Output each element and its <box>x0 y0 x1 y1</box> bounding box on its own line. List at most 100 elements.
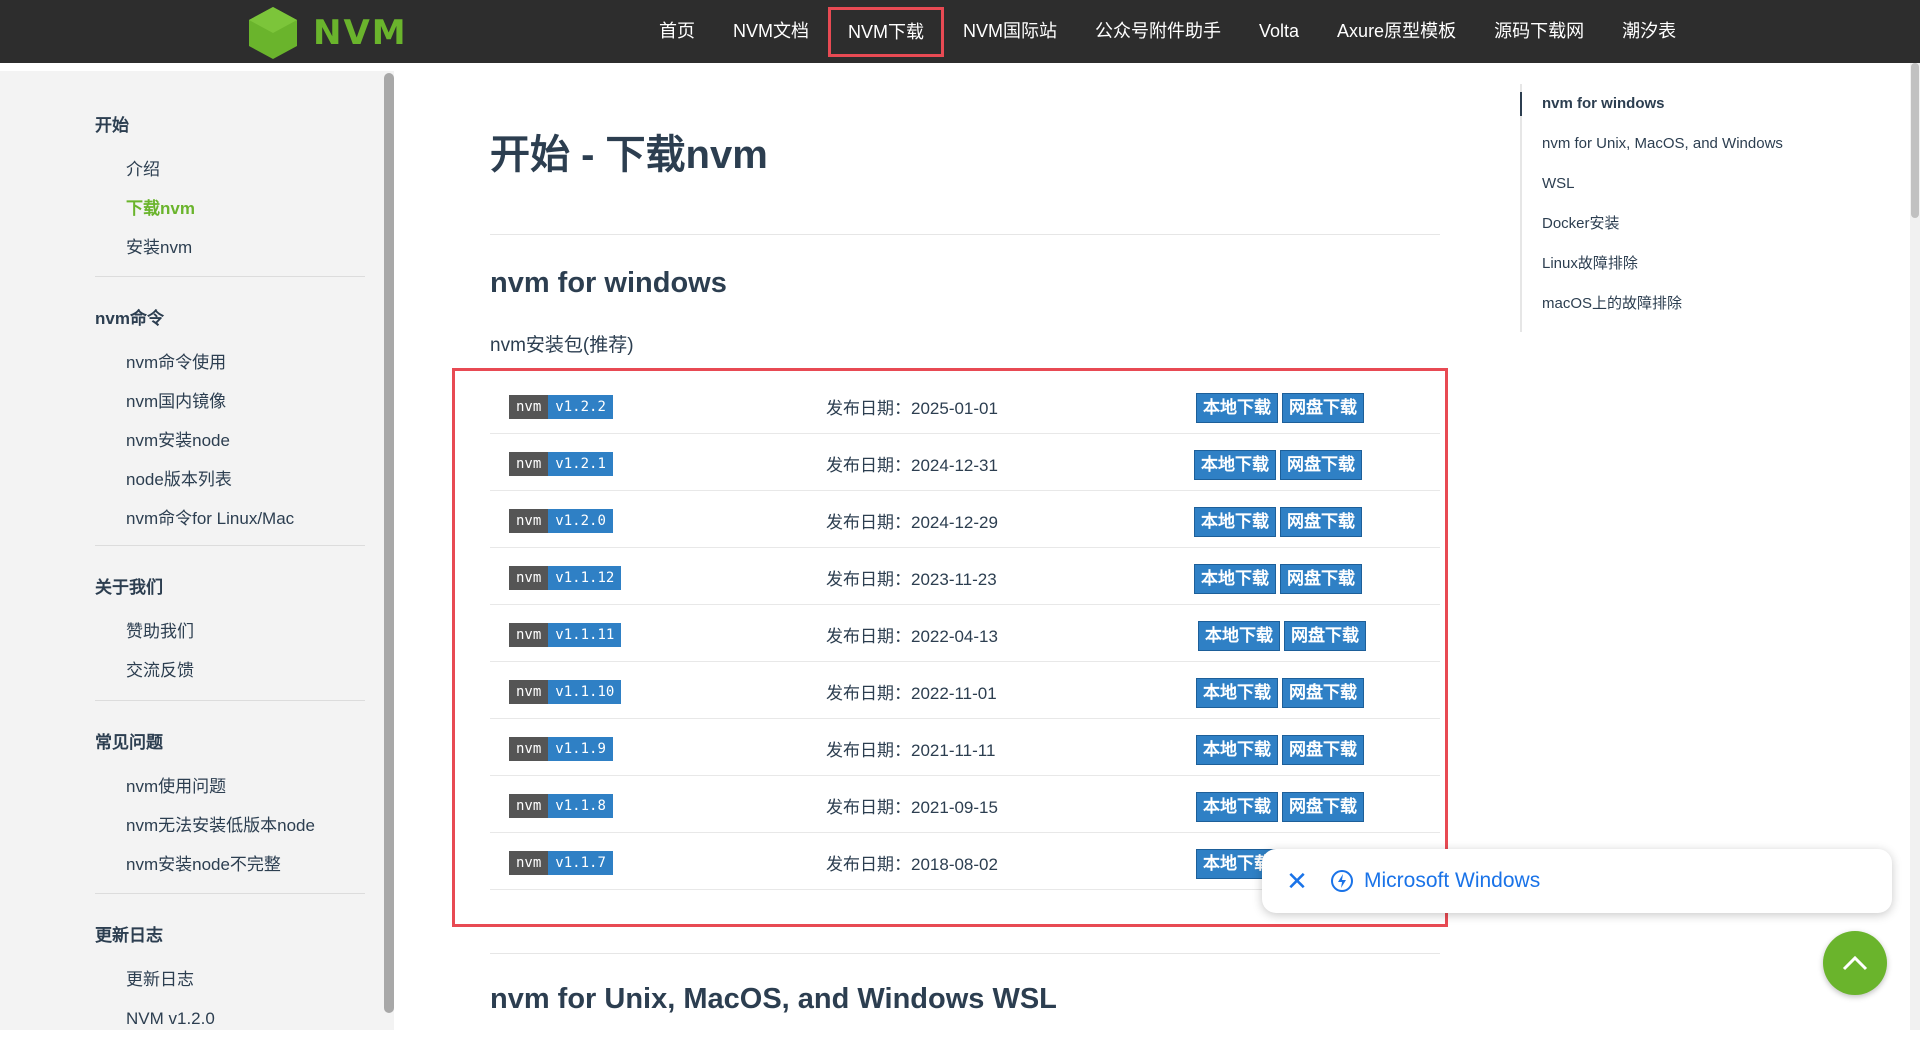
sidebar-item-mirror[interactable]: nvm国内镜像 <box>95 382 365 421</box>
release-row: nvm v1.1.12 发布日期：2023-11-23 本地下载 网盘下载 <box>490 548 1440 605</box>
local-download-button[interactable]: 本地下载 <box>1196 678 1278 708</box>
section-title-unix: nvm for Unix, MacOS, and Windows WSL <box>490 983 1057 1015</box>
toc-item-wsl[interactable]: WSL <box>1522 164 1840 204</box>
sidebar-item-command-usage[interactable]: nvm命令使用 <box>95 343 365 382</box>
sidebar-item-low-version[interactable]: nvm无法安装低版本node <box>95 806 365 845</box>
toc-item-macos-troubleshoot[interactable]: macOS上的故障排除 <box>1522 284 1840 324</box>
logo-text: NVM <box>313 13 408 53</box>
toc-item-docker[interactable]: Docker安装 <box>1522 204 1840 244</box>
release-date-value: 2024-12-31 <box>911 456 998 475</box>
cloud-download-button[interactable]: 网盘下载 <box>1282 678 1364 708</box>
local-download-button[interactable]: 本地下载 <box>1194 450 1276 480</box>
back-to-top-button[interactable] <box>1823 931 1887 995</box>
version-badge: nvm v1.2.0 <box>509 509 613 533</box>
release-date-value: 2024-12-29 <box>911 513 998 532</box>
sidebar-item-changelog[interactable]: 更新日志 <box>95 960 365 999</box>
release-date: 发布日期：2023-11-23 <box>826 565 997 590</box>
sidebar-group-title: 开始 <box>95 116 129 135</box>
version-badge: nvm v1.1.10 <box>509 680 622 704</box>
toc-item-unix[interactable]: nvm for Unix, MacOS, and Windows <box>1522 124 1840 164</box>
badge-label: nvm <box>509 623 549 647</box>
chevron-up-icon <box>1842 955 1868 971</box>
release-date-prefix: 发布日期： <box>826 798 911 817</box>
site-logo[interactable]: NVM <box>247 5 408 61</box>
nav-axure[interactable]: Axure原型模板 <box>1318 0 1475 63</box>
badge-version: v1.1.12 <box>548 566 622 590</box>
local-download-button[interactable]: 本地下载 <box>1196 735 1278 765</box>
cloud-download-button[interactable]: 网盘下载 <box>1282 393 1364 423</box>
release-row: nvm v1.2.1 发布日期：2024-12-31 本地下载 网盘下载 <box>490 434 1440 491</box>
download-buttons: 本地下载网盘下载 <box>1196 678 1364 708</box>
badge-label: nvm <box>509 794 549 818</box>
sidebar-item-incomplete[interactable]: nvm安装node不完整 <box>95 845 365 884</box>
nav-docs[interactable]: NVM文档 <box>714 0 828 63</box>
sidebar-item-feedback[interactable]: 交流反馈 <box>95 651 365 690</box>
sidebar-item-usage-issues[interactable]: nvm使用问题 <box>95 767 365 806</box>
sidebar-item-install[interactable]: 安装nvm <box>95 228 365 267</box>
page-scrollbar-thumb[interactable] <box>1911 63 1919 218</box>
badge-version: v1.1.8 <box>548 794 613 818</box>
page-scrollbar[interactable] <box>1910 63 1920 1030</box>
cloud-download-button[interactable]: 网盘下载 <box>1282 735 1364 765</box>
popup-text[interactable]: Microsoft Windows <box>1364 869 1540 893</box>
badge-label: nvm <box>509 395 549 419</box>
sidebar-divider <box>95 276 365 277</box>
release-date-value: 2018-08-02 <box>911 855 998 874</box>
release-date: 发布日期：2022-04-13 <box>826 622 998 647</box>
release-date-prefix: 发布日期： <box>826 741 911 760</box>
local-download-button[interactable]: 本地下载 <box>1196 393 1278 423</box>
cloud-download-button[interactable]: 网盘下载 <box>1284 621 1366 651</box>
release-date-prefix: 发布日期： <box>826 456 911 475</box>
release-row: nvm v1.2.0 发布日期：2024-12-29 本地下载 网盘下载 <box>490 491 1440 548</box>
badge-version: v1.1.10 <box>548 680 622 704</box>
sidebar-scrollbar[interactable] <box>384 73 394 1013</box>
local-download-button[interactable]: 本地下载 <box>1196 792 1278 822</box>
sidebar-item-sponsor[interactable]: 赞助我们 <box>95 612 365 651</box>
local-download-button[interactable]: 本地下载 <box>1194 564 1276 594</box>
local-download-button[interactable]: 本地下载 <box>1198 621 1280 651</box>
sidebar-item-node-versions[interactable]: node版本列表 <box>95 460 365 499</box>
nav-download[interactable]: NVM下载 <box>828 6 944 57</box>
nav-volta[interactable]: Volta <box>1240 0 1318 63</box>
toc-item-linux-troubleshoot[interactable]: Linux故障排除 <box>1522 244 1840 284</box>
sidebar-group-commands: nvm命令 nvm命令使用 nvm国内镜像 nvm安装node node版本列表… <box>95 304 365 538</box>
main-nav: 首页 NVM文档 NVM下载 NVM国际站 公众号附件助手 Volta Axur… <box>640 0 1695 63</box>
sidebar-group-title: 更新日志 <box>95 926 163 945</box>
cloud-download-button[interactable]: 网盘下载 <box>1280 507 1362 537</box>
version-badge: nvm v1.1.12 <box>509 566 622 590</box>
toc-item-windows[interactable]: nvm for windows <box>1520 84 1840 124</box>
sidebar-divider <box>95 700 365 701</box>
download-buttons: 本地下载网盘下载 <box>1194 507 1362 537</box>
sidebar-divider <box>95 893 365 894</box>
release-date-value: 2021-09-15 <box>911 798 998 817</box>
nav-home[interactable]: 首页 <box>640 0 714 63</box>
nav-wechat-helper[interactable]: 公众号附件助手 <box>1076 0 1240 63</box>
sidebar-group-title: nvm命令 <box>95 309 164 328</box>
download-buttons: 本地下载网盘下载 <box>1196 792 1364 822</box>
nav-source-download[interactable]: 源码下载网 <box>1475 0 1603 63</box>
release-row: nvm v1.1.8 发布日期：2021-09-15 本地下载 网盘下载 <box>490 776 1440 833</box>
top-navbar: NVM 首页 NVM文档 NVM下载 NVM国际站 公众号附件助手 Volta … <box>0 0 1920 63</box>
close-icon[interactable]: ✕ <box>1282 866 1312 896</box>
release-date-prefix: 发布日期： <box>826 399 911 418</box>
sidebar-item-v120[interactable]: NVM v1.2.0 <box>95 999 365 1038</box>
cloud-download-button[interactable]: 网盘下载 <box>1280 564 1362 594</box>
sidebar-item-download[interactable]: 下载nvm <box>95 189 365 228</box>
sidebar-item-intro[interactable]: 介绍 <box>95 150 365 189</box>
local-download-button[interactable]: 本地下载 <box>1194 507 1276 537</box>
page-title: 开始 - 下载nvm <box>490 133 768 177</box>
release-date-prefix: 发布日期： <box>826 855 911 874</box>
release-date-prefix: 发布日期： <box>826 684 911 703</box>
sidebar-item-linux-mac[interactable]: nvm命令for Linux/Mac <box>95 499 365 538</box>
sidebar-item-install-node[interactable]: nvm安装node <box>95 421 365 460</box>
badge-label: nvm <box>509 452 549 476</box>
cloud-download-button[interactable]: 网盘下载 <box>1280 450 1362 480</box>
badge-version: v1.1.7 <box>548 851 613 875</box>
nav-tide-table[interactable]: 潮汐表 <box>1603 0 1695 63</box>
version-badge: nvm v1.2.2 <box>509 395 613 419</box>
nav-international[interactable]: NVM国际站 <box>944 0 1076 63</box>
release-date-prefix: 发布日期： <box>826 570 911 589</box>
download-buttons: 本地下载网盘下载 <box>1196 393 1364 423</box>
cloud-download-button[interactable]: 网盘下载 <box>1282 792 1364 822</box>
badge-label: nvm <box>509 680 549 704</box>
